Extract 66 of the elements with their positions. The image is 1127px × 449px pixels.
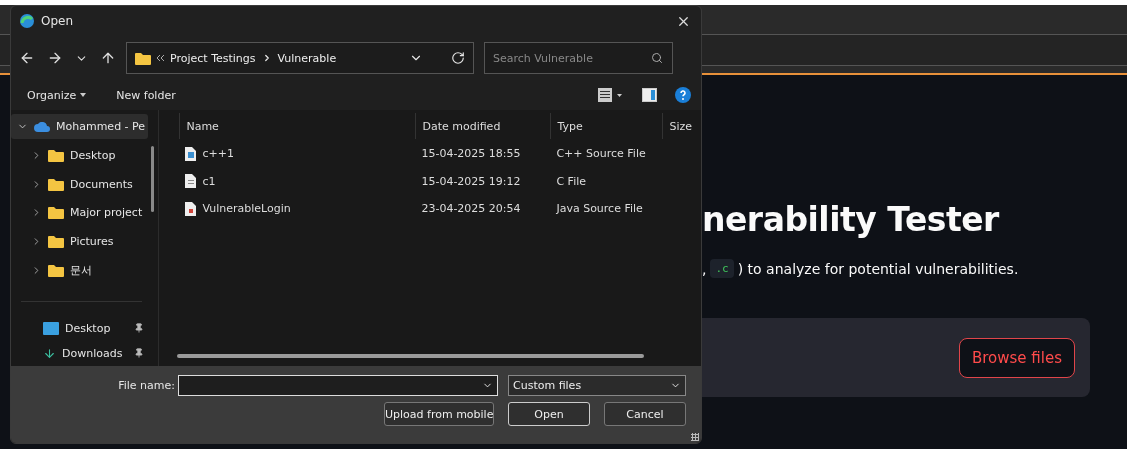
browse-files-button[interactable]: Browse files — [958, 337, 1075, 378]
sidebar-item[interactable]: Desktop — [11, 142, 149, 168]
table-cell-text: 23-04-2025 20:54 — [420, 202, 522, 216]
window-title: Open — [41, 14, 75, 28]
breadcrumb-item[interactable]: Project Testings — [170, 51, 256, 65]
refresh-icon[interactable] — [451, 51, 465, 65]
open-button[interactable]: Open — [508, 402, 590, 426]
field-label: File name: — [118, 379, 175, 392]
folder-icon — [48, 148, 64, 162]
search-icon — [651, 52, 663, 64]
folder-icon — [48, 263, 64, 277]
double-chevron-icon — [157, 55, 164, 61]
quick-access-item[interactable]: Desktop — [11, 315, 159, 341]
search-field[interactable]: Search Vulnerable — [484, 42, 673, 74]
new-folder-button[interactable]: New folder — [110, 88, 182, 102]
file-name-field[interactable] — [178, 375, 498, 396]
cloud-icon — [34, 121, 50, 132]
table-cell-text: 15-04-2025 18:55 — [420, 147, 522, 161]
file-type-dropdown[interactable]: Custom files — [508, 375, 686, 396]
app-icon — [19, 13, 35, 29]
table-cell-text: Java Source File — [555, 202, 644, 216]
folder-icon — [48, 235, 64, 249]
arrow-right-icon — [47, 50, 63, 66]
page-title: nerability Tester — [702, 200, 1001, 239]
sidebar-item[interactable]: Documents — [11, 171, 149, 197]
help-icon[interactable] — [675, 87, 691, 103]
file-name: c1 — [202, 174, 216, 188]
scrollbar[interactable] — [151, 146, 155, 212]
organize-menu[interactable]: Organize — [21, 88, 93, 102]
folder-icon — [135, 51, 151, 65]
upload-button[interactable]: Upload from mobile — [384, 402, 494, 426]
column-header[interactable]: Type — [550, 113, 663, 139]
sidebar-item[interactable]: Mohammed - Pe — [11, 114, 149, 140]
subtitle-text: , — [702, 260, 707, 277]
column-header[interactable]: Name — [179, 113, 416, 139]
table-cell-text: C++ Source File — [555, 147, 647, 161]
table-cell-text: C File — [555, 174, 587, 188]
file-name-cell[interactable]: VulnerableLogin — [179, 201, 416, 216]
scrollbar[interactable] — [177, 354, 645, 358]
desktop-icon — [43, 321, 59, 335]
list-view-icon[interactable] — [598, 88, 624, 102]
column-header[interactable]: Date modified — [415, 113, 551, 139]
table-cell-text: 15-04-2025 19:12 — [420, 174, 522, 188]
folder-icon — [48, 206, 64, 220]
subtitle-text: ) to analyze for potential vulnerabilities. — [737, 260, 1019, 277]
folder-icon — [48, 177, 64, 191]
file-name: c++1 — [202, 147, 234, 161]
column-header[interactable]: Size — [662, 113, 701, 139]
sidebar-item[interactable]: Pictures — [11, 229, 149, 255]
address-bar[interactable]: Project Testings Vulnerable — [126, 42, 474, 74]
resize-grip[interactable] — [691, 433, 699, 441]
breadcrumb-item[interactable]: Vulnerable — [277, 51, 337, 65]
quick-access-item[interactable]: Downloads — [11, 340, 159, 366]
document-icon — [185, 174, 197, 189]
sidebar-item[interactable]: 문서 — [11, 257, 149, 283]
caret-icon — [80, 93, 87, 97]
cancel-button[interactable]: Cancel — [604, 402, 686, 426]
code-file-icon — [185, 146, 197, 161]
file-name: VulnerableLogin — [202, 202, 291, 216]
download-icon — [43, 346, 56, 360]
code-chip: .c — [710, 259, 734, 278]
preview-pane-icon[interactable] — [642, 88, 657, 102]
java-file-icon — [185, 201, 197, 216]
file-name-cell[interactable]: c1 — [179, 174, 416, 189]
file-name-cell[interactable]: c++1 — [179, 146, 416, 161]
sidebar-item[interactable]: Major project — [11, 200, 149, 226]
